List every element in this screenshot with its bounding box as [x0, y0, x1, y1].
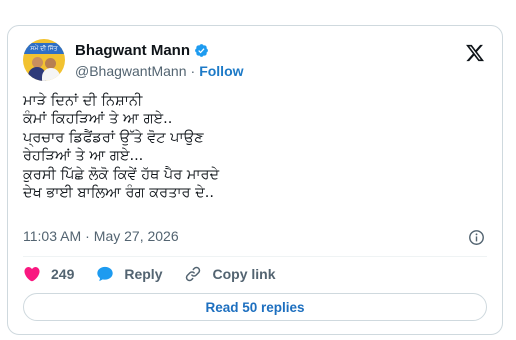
tweet-line: ਕੰਮਾਂ ਕਿਹੜਿਆਂ ਤੇ ਆ ਗਏ..: [23, 111, 173, 128]
like-count: 249: [51, 266, 75, 282]
tweet-header: ਸਮੇਂ ਦੀ ਜਿੱਤ Bhagwant Mann @BhagwantMann…: [23, 39, 487, 85]
avatar[interactable]: ਸਮੇਂ ਦੀ ਜਿੱਤ: [23, 39, 65, 81]
read-replies-button[interactable]: Read 50 replies: [23, 293, 487, 321]
avatar-banner-text: ਸਮੇਂ ਦੀ ਜਿੱਤ: [30, 45, 58, 52]
handle-row: @BhagwantMann · Follow: [75, 61, 244, 81]
tweet-card: ਸਮੇਂ ਦੀ ਜਿੱਤ Bhagwant Mann @BhagwantMann…: [7, 25, 503, 335]
avatar-figure-body: [42, 68, 60, 81]
x-logo-icon[interactable]: [465, 43, 485, 63]
tweet-line: ਰੇਹੜਿਆਂ ਤੇ ਆ ਗਏ...: [23, 148, 144, 165]
action-bar: 249 Reply Copy link: [23, 264, 298, 284]
tweet-date: May 27, 2026: [93, 228, 179, 244]
tweet-line: ਮਾੜੇ ਦਿਨਾਂ ਦੀ ਨਿਸ਼ਾਨੀ: [23, 93, 143, 109]
verified-badge-icon: [195, 43, 208, 57]
reply-button[interactable]: Reply: [96, 265, 162, 283]
tweet-time: 11:03 AM: [23, 228, 82, 244]
tweet-line: ਦੇਖ ਭਾਈ ਬਾਲਿਆ ਰੰਗ ਕਰਤਾਰ ਦੇ..: [23, 185, 214, 202]
heart-icon: [24, 267, 40, 282]
tweet-line: ਕੁਰਸੀ ਪਿੱਛੇ ਲੋਕੋ ਕਿਵੇਂ ਹੱਥ ਪੈਰ ਮਾਰਦੇ: [23, 166, 220, 183]
info-icon[interactable]: [468, 229, 485, 246]
follow-button[interactable]: Follow: [199, 63, 243, 79]
like-button[interactable]: 249: [23, 265, 74, 283]
timestamp[interactable]: 11:03 AM · May 27, 2026: [23, 228, 179, 244]
tweet-line: ਪ੍ਰਚਾਰ ਡਿਫੈਂਡਰਾਂ ਉੱਤੇ ਵੋਟ ਪਾਉਣ: [23, 129, 204, 146]
link-icon: [186, 266, 201, 282]
divider: [23, 256, 487, 257]
tweet-text: ਮਾੜੇ ਦਿਨਾਂ ਦੀ ਨਿਸ਼ਾਨੀ ਕੰਮਾਂ ਕਿਹੜਿਆਂ ਤੇ ਆ…: [23, 92, 423, 202]
copy-link-button[interactable]: Copy link: [184, 265, 276, 283]
user-handle[interactable]: @BhagwantMann: [75, 63, 187, 79]
name-row: Bhagwant Mann: [75, 40, 209, 60]
copy-link-label: Copy link: [212, 266, 276, 282]
separator-dot: ·: [190, 63, 196, 79]
speech-bubble-icon: [97, 266, 114, 282]
separator-dot: ·: [85, 228, 90, 244]
display-name[interactable]: Bhagwant Mann: [75, 42, 190, 59]
reply-label: Reply: [124, 266, 163, 282]
